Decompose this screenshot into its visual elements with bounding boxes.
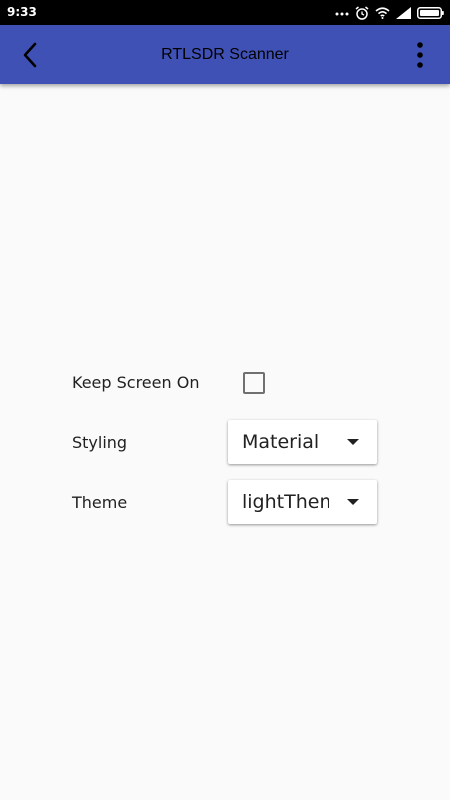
styling-dropdown-value: Material bbox=[242, 431, 320, 453]
more-dots-icon bbox=[335, 12, 349, 15]
app-bar: RTLSDR Scanner bbox=[0, 25, 450, 84]
status-time: 9:33 bbox=[7, 5, 37, 19]
dropdown-arrow-icon bbox=[347, 499, 359, 505]
settings-content: Keep Screen On Styling Material Theme li… bbox=[0, 84, 450, 800]
back-arrow-icon bbox=[23, 42, 37, 68]
signal-icon bbox=[396, 6, 411, 19]
styling-dropdown[interactable]: Material bbox=[228, 420, 377, 464]
theme-dropdown[interactable]: lightTheme bbox=[228, 480, 377, 524]
keep-screen-on-checkbox[interactable] bbox=[243, 372, 265, 394]
status-icons bbox=[335, 4, 444, 21]
page-title: RTLSDR Scanner bbox=[161, 46, 289, 63]
back-button[interactable] bbox=[12, 37, 48, 73]
keep-screen-on-label: Keep Screen On bbox=[72, 373, 200, 392]
theme-dropdown-value: lightTheme bbox=[242, 491, 329, 513]
status-bar: 9:33 bbox=[0, 0, 450, 25]
theme-label: Theme bbox=[72, 493, 128, 512]
battery-icon bbox=[417, 6, 444, 19]
dropdown-arrow-icon bbox=[347, 439, 359, 445]
overflow-menu-icon bbox=[417, 42, 423, 68]
styling-label: Styling bbox=[72, 433, 128, 452]
alarm-icon bbox=[355, 5, 369, 20]
wifi-icon bbox=[375, 6, 390, 19]
overflow-menu-button[interactable] bbox=[402, 37, 438, 73]
